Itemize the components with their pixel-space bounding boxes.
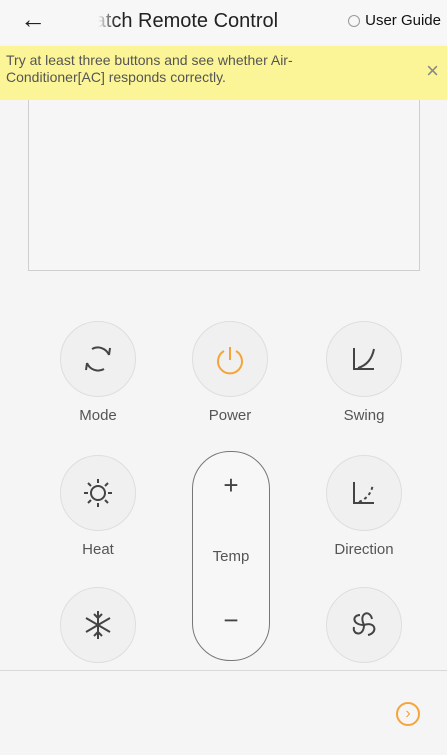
direction-button[interactable] bbox=[326, 455, 402, 531]
close-icon[interactable]: × bbox=[426, 58, 439, 84]
remote-display-area bbox=[28, 100, 420, 271]
mode-label: Mode bbox=[79, 407, 117, 424]
swing-button[interactable] bbox=[326, 321, 402, 397]
user-guide-link[interactable]: User Guide bbox=[348, 12, 441, 29]
temp-minus-button[interactable]: − bbox=[193, 605, 269, 636]
bottom-divider bbox=[0, 670, 447, 671]
cool-button[interactable] bbox=[60, 587, 136, 663]
snowflake-icon bbox=[85, 611, 111, 639]
temp-label: Temp bbox=[212, 548, 250, 565]
power-icon bbox=[217, 347, 243, 375]
notice-banner: Try at least three buttons and see wheth… bbox=[0, 46, 447, 100]
mode-button[interactable] bbox=[60, 321, 136, 397]
direction-icon bbox=[353, 482, 374, 504]
power-button[interactable] bbox=[192, 321, 268, 397]
direction-label: Direction bbox=[334, 541, 394, 558]
fan-button[interactable] bbox=[326, 587, 402, 663]
fan-icon bbox=[352, 612, 376, 636]
sun-icon bbox=[84, 479, 112, 507]
temp-control: + Temp − bbox=[192, 451, 270, 661]
heat-label: Heat bbox=[82, 541, 114, 558]
app-header: ← Match Remote Control User Guide bbox=[0, 0, 447, 44]
user-guide-label: User Guide bbox=[365, 12, 441, 29]
heat-button[interactable] bbox=[60, 455, 136, 531]
title-fade-left bbox=[98, 0, 116, 44]
notice-text: Try at least three buttons and see wheth… bbox=[6, 52, 293, 85]
mode-cycle-icon bbox=[85, 346, 111, 372]
swing-icon bbox=[353, 348, 375, 370]
temp-plus-button[interactable]: + bbox=[193, 470, 269, 501]
swing-label: Swing bbox=[343, 407, 385, 424]
power-label: Power bbox=[208, 407, 252, 424]
next-chevron-icon[interactable]: › bbox=[396, 702, 420, 726]
guide-radio-icon bbox=[348, 14, 361, 27]
title-fade-right bbox=[318, 0, 336, 44]
back-arrow-icon[interactable]: ← bbox=[20, 4, 46, 34]
title-clip: Match Remote Control bbox=[98, 0, 336, 44]
page-title: Match Remote Control bbox=[98, 10, 279, 32]
